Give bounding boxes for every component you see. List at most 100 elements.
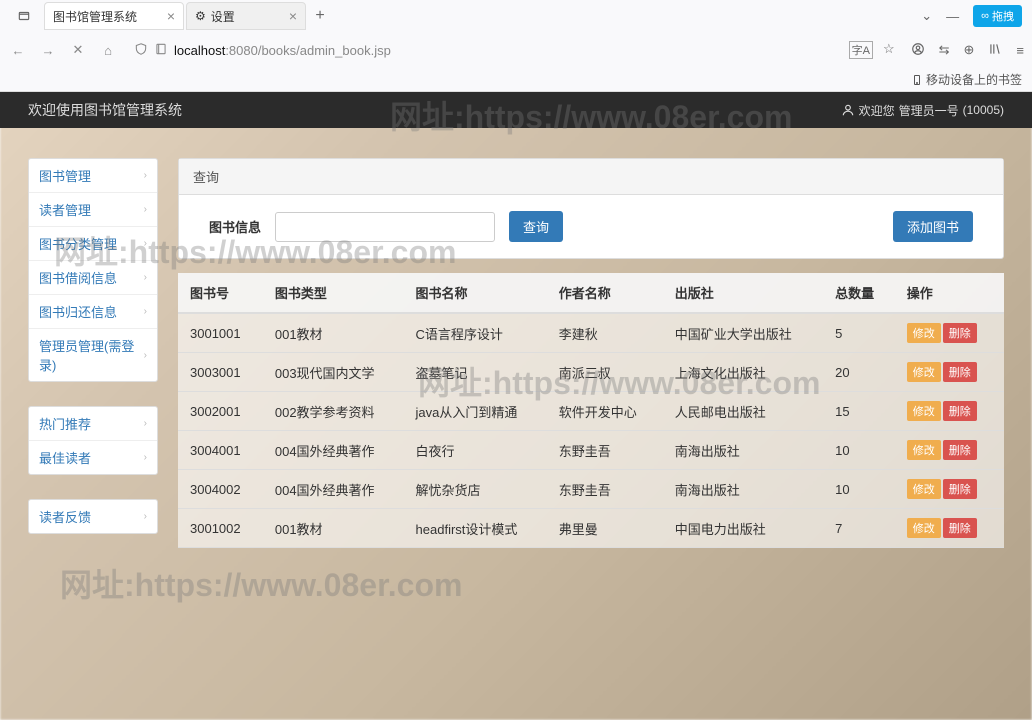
table-cell: 东野圭吾	[547, 431, 663, 470]
mobile-bookmarks[interactable]: 移动设备上的书签	[911, 71, 1022, 88]
drag-button[interactable]: ∞ 拖拽	[973, 5, 1022, 27]
star-icon[interactable]: ☆	[883, 41, 895, 59]
lock-icon[interactable]	[154, 42, 168, 59]
table-cell: 10	[823, 431, 895, 470]
table-header: 出版社	[663, 273, 823, 313]
table-cell: 002教学参考资料	[263, 392, 404, 431]
table-row: 3004001004国外经典著作白夜行东野圭吾南海出版社10修改删除	[178, 431, 1004, 470]
delete-button[interactable]: 删除	[943, 479, 977, 499]
tab-title: 图书馆管理系统	[53, 8, 137, 25]
edit-button[interactable]: 修改	[907, 440, 941, 460]
tab-active[interactable]: 图书馆管理系统 ×	[44, 2, 184, 30]
chevron-right-icon: ›	[144, 306, 147, 317]
table-row: 3002001002教学参考资料java从入门到精通软件开发中心人民邮电出版社1…	[178, 392, 1004, 431]
table-row: 3001001001教材C语言程序设计李建秋中国矿业大学出版社5修改删除	[178, 313, 1004, 353]
back-icon[interactable]: ←	[8, 43, 28, 58]
edit-button[interactable]: 修改	[907, 518, 941, 538]
translate-icon[interactable]: 字A	[849, 41, 873, 59]
table-header: 图书名称	[404, 273, 547, 313]
main: 查询 图书信息 查询 添加图书 图书号图书类型图书名称作者名称出版社总数量操作 …	[178, 158, 1004, 548]
delete-button[interactable]: 删除	[943, 518, 977, 538]
url-text: localhost:8080/books/admin_book.jsp	[174, 43, 391, 58]
sidebar-item-label: 图书归还信息	[39, 302, 117, 321]
table-cell-actions: 修改删除	[895, 353, 1004, 392]
panel-heading: 查询	[179, 159, 1003, 195]
sidebar-item[interactable]: 热门推荐›	[29, 407, 157, 441]
table-header: 图书类型	[263, 273, 404, 313]
address-bar: ← → ✕ ⌂ localhost:8080/books/admin_book.…	[0, 32, 1032, 68]
edit-button[interactable]: 修改	[907, 479, 941, 499]
table-cell: 3003001	[178, 353, 263, 392]
chevron-right-icon: ›	[144, 204, 147, 215]
table-cell: 001教材	[263, 509, 404, 548]
table-cell-actions: 修改删除	[895, 392, 1004, 431]
chevron-right-icon: ›	[144, 418, 147, 429]
extensions-icon[interactable]: ⇆	[939, 42, 950, 58]
query-button[interactable]: 查询	[509, 211, 563, 242]
chevron-right-icon: ›	[144, 272, 147, 283]
library-icon[interactable]	[988, 42, 1002, 59]
table-cell: 中国电力出版社	[663, 509, 823, 548]
chevron-right-icon: ›	[144, 170, 147, 181]
stop-icon[interactable]: ✕	[68, 42, 88, 58]
table-cell: 3001002	[178, 509, 263, 548]
table-cell: 003现代国内文学	[263, 353, 404, 392]
table-cell-actions: 修改删除	[895, 509, 1004, 548]
delete-button[interactable]: 删除	[943, 362, 977, 382]
chevron-right-icon: ›	[144, 238, 147, 249]
table-cell: 20	[823, 353, 895, 392]
edit-button[interactable]: 修改	[907, 323, 941, 343]
user-info: 欢迎您 管理员一号 (10005)	[841, 102, 1004, 119]
url-box[interactable]: localhost:8080/books/admin_book.jsp 字A ☆	[128, 41, 901, 59]
minimize-icon[interactable]: —	[946, 9, 959, 24]
sidebar-group-manage: 图书管理›读者管理›图书分类管理›图书借阅信息›图书归还信息›管理员管理(需登录…	[28, 158, 158, 382]
sidebar-item-label: 图书分类管理	[39, 234, 117, 253]
table-cell: headfirst设计模式	[404, 509, 547, 548]
sidebar-item[interactable]: 图书归还信息 ›	[29, 295, 157, 329]
tab-bar: 图书馆管理系统 × ⚙ 设置 × + ⌄ — ∞ 拖拽	[0, 0, 1032, 32]
table-cell: 李建秋	[547, 313, 663, 353]
delete-button[interactable]: 删除	[943, 323, 977, 343]
sidebar-item[interactable]: 图书管理 ›	[29, 159, 157, 193]
table-cell: 7	[823, 509, 895, 548]
add-book-button[interactable]: 添加图书	[893, 211, 973, 242]
downloads-icon[interactable]: ⊕	[964, 42, 975, 58]
table-cell: 10	[823, 470, 895, 509]
sidebar-item-label: 图书管理	[39, 166, 91, 185]
edit-button[interactable]: 修改	[907, 362, 941, 382]
shield-icon[interactable]	[134, 42, 148, 59]
tab-settings[interactable]: ⚙ 设置 ×	[186, 2, 306, 30]
sidebar-item-label: 管理员管理(需登录)	[39, 336, 144, 374]
delete-button[interactable]: 删除	[943, 440, 977, 460]
close-icon[interactable]: ×	[283, 8, 297, 24]
home-icon[interactable]: ⌂	[98, 43, 118, 58]
table-cell: 3001001	[178, 313, 263, 353]
table-header: 图书号	[178, 273, 263, 313]
forward-icon[interactable]: →	[38, 43, 58, 58]
sidebar-item[interactable]: 最佳读者›	[29, 441, 157, 474]
table-row: 3004002004国外经典著作解忧杂货店东野圭吾南海出版社10修改删除	[178, 470, 1004, 509]
chevron-right-icon: ›	[144, 452, 147, 463]
close-icon[interactable]: ×	[161, 8, 175, 24]
sidebar: 图书管理›读者管理›图书分类管理›图书借阅信息›图书归还信息›管理员管理(需登录…	[28, 158, 158, 534]
table-cell: 白夜行	[404, 431, 547, 470]
sidebar-item[interactable]: 读者反馈›	[29, 500, 157, 533]
account-icon[interactable]	[911, 42, 925, 59]
recent-tabs-icon[interactable]	[12, 4, 36, 28]
sidebar-item-label: 读者管理	[39, 200, 91, 219]
table-cell: 中国矿业大学出版社	[663, 313, 823, 353]
delete-button[interactable]: 删除	[943, 401, 977, 421]
table-row: 3003001003现代国内文学盗墓笔记南派三叔上海文化出版社20修改删除	[178, 353, 1004, 392]
table-cell: 弗里曼	[547, 509, 663, 548]
sidebar-item[interactable]: 图书分类管理 ›	[29, 227, 157, 261]
chevron-down-icon[interactable]: ⌄	[921, 8, 932, 24]
new-tab-button[interactable]: +	[308, 7, 332, 25]
table-cell: java从入门到精通	[404, 392, 547, 431]
edit-button[interactable]: 修改	[907, 401, 941, 421]
sidebar-item[interactable]: 读者管理 ›	[29, 193, 157, 227]
chevron-right-icon: ›	[144, 511, 147, 522]
sidebar-item[interactable]: 图书借阅信息›	[29, 261, 157, 295]
menu-icon[interactable]: ≡	[1016, 43, 1024, 58]
sidebar-item[interactable]: 管理员管理(需登录)›	[29, 329, 157, 381]
search-input[interactable]	[275, 212, 495, 242]
